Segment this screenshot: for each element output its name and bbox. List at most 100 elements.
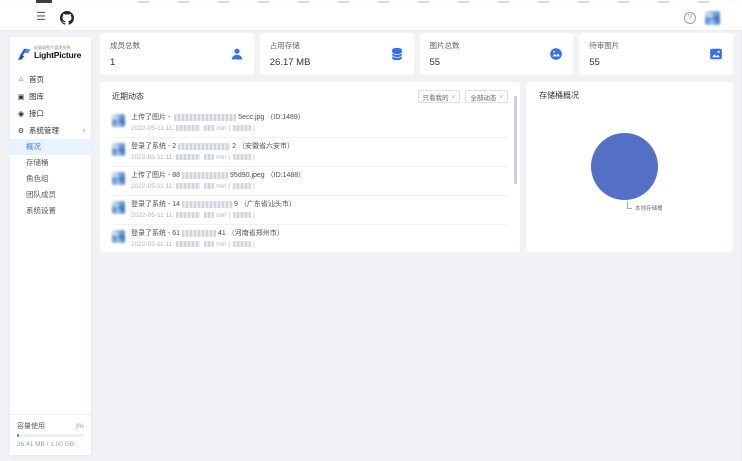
bucket-overview-panel: 存储桶概况 本地存储桶 — [527, 82, 733, 252]
gear-icon: ⚙ — [17, 127, 25, 135]
avatar — [112, 201, 125, 214]
browser-remnant-mark — [36, 0, 52, 3]
activity-title: 近期动态 — [112, 91, 144, 102]
activity-scrollbar[interactable] — [514, 96, 517, 184]
sidebar-item-gallery[interactable]: ▣ 图库 — [10, 88, 91, 105]
redacted-text — [204, 125, 214, 131]
pie-callout-line — [627, 201, 632, 209]
redacted-text — [182, 172, 228, 179]
app-logo[interactable]: 轻量级图片管理系统 LightPicture — [10, 37, 91, 68]
logo-title: LightPicture — [34, 51, 81, 60]
gallery-icon: ▣ — [17, 93, 25, 101]
github-icon[interactable] — [60, 11, 74, 25]
capacity-percent: 3% — [75, 424, 84, 430]
pie-label: 本地存储桶 — [635, 204, 663, 212]
sidebar-menu: ⌂ 首页 ▣ 图库 ◉ 接口 ⚙ 系统管理 ∧ 概况 存储桶 角色组 团队成员 … — [10, 71, 91, 219]
help-icon[interactable]: ? — [684, 12, 696, 24]
stat-label: 待审图片 — [589, 40, 723, 51]
sidebar: 轻量级图片管理系统 LightPicture ⌂ 首页 ▣ 图库 ◉ 接口 ⚙ … — [10, 37, 91, 455]
avatar — [112, 114, 125, 127]
redacted-text — [233, 212, 251, 218]
api-icon: ◉ — [17, 110, 25, 118]
stat-label: 图片总数 — [430, 40, 564, 51]
avatar — [112, 143, 125, 156]
bucket-title: 存储桶概况 — [539, 90, 721, 101]
capacity-progress-fill — [17, 434, 19, 437]
stat-value: 26.17 MB — [270, 57, 404, 68]
user-avatar[interactable] — [705, 11, 720, 25]
stat-card-total-images: 图片总数 55 — [420, 33, 574, 75]
activity-row[interactable]: 上传了图片 - 8895d90.jpeg （ID:1488） 2022-05-1… — [112, 167, 508, 196]
redacted-text — [204, 212, 214, 218]
filter-label: 只看我的 — [423, 92, 449, 102]
avatar — [112, 172, 125, 185]
browser-remnant-dashes — [138, 1, 738, 3]
filter-select-all-activity[interactable]: 全部动态 ∨ — [465, 90, 508, 103]
hamburger-menu-icon[interactable]: ☰ — [36, 10, 46, 23]
stat-label: 占用存储 — [270, 40, 404, 51]
redacted-text — [176, 241, 200, 247]
redacted-text — [233, 125, 251, 131]
stat-card-storage: 占用存储 26.17 MB — [260, 33, 414, 75]
filter-label: 全部动态 — [470, 92, 496, 102]
sidebar-subitem-team-members[interactable]: 团队成员 — [10, 187, 91, 203]
redacted-text — [204, 154, 214, 160]
capacity-title: 容量使用 — [17, 421, 45, 431]
sidebar-subitem-system-settings[interactable]: 系统设置 — [10, 203, 91, 219]
images-icon — [549, 47, 563, 61]
stat-label: 成员总数 — [110, 40, 244, 51]
redacted-text — [176, 154, 200, 160]
activity-meta: 2022-05-11 11:min () — [131, 125, 305, 132]
browser-remnant-strip — [0, 0, 742, 3]
sidebar-subitem-role-group[interactable]: 角色组 — [10, 171, 91, 187]
avatar — [112, 230, 125, 243]
sidebar-item-label: 首页 — [29, 74, 44, 85]
capacity-panel: 容量使用 3% 26.41 MB / 1.00 GB — [10, 414, 91, 455]
redacted-text — [204, 183, 214, 189]
redacted-text — [233, 183, 251, 189]
stat-value: 55 — [430, 57, 564, 68]
chevron-down-icon: ∨ — [452, 94, 456, 100]
activity-row[interactable]: 登录了系统 - 149 （广东省汕头市） 2022-05-11 11:min (… — [112, 196, 508, 225]
stat-card-members: 成员总数 1 — [100, 33, 254, 75]
sidebar-item-home[interactable]: ⌂ 首页 — [10, 71, 91, 88]
activity-text: 登录了系统 - 149 （广东省汕头市） — [131, 200, 296, 209]
activity-text: 上传了图片 - 5ecc.jpg （ID:1489） — [131, 113, 305, 122]
capacity-usage: 26.41 MB / 1.00 GB — [17, 441, 84, 448]
redacted-text — [182, 230, 216, 237]
sidebar-item-api[interactable]: ◉ 接口 — [10, 105, 91, 122]
recent-activity-panel: 近期动态 只看我的 ∨ 全部动态 ∨ 上传了图片 - 5ecc.jpg （ID:… — [100, 82, 520, 252]
sidebar-item-system[interactable]: ⚙ 系统管理 ∧ — [10, 122, 91, 139]
redacted-text — [178, 143, 230, 150]
bucket-pie-chart[interactable] — [591, 133, 658, 200]
stat-value: 1 — [110, 57, 244, 68]
activity-list: 上传了图片 - 5ecc.jpg （ID:1489） 2022-05-11 11… — [112, 109, 508, 253]
activity-row[interactable]: 登录了系统 - 6141 （河南省郑州市） 2022-05-11 11:min … — [112, 225, 508, 253]
redacted-text — [174, 114, 236, 121]
redacted-text — [176, 125, 200, 131]
activity-filters: 只看我的 ∨ 全部动态 ∨ — [418, 90, 508, 103]
filter-select-only-mine[interactable]: 只看我的 ∨ — [418, 90, 461, 103]
redacted-text — [176, 183, 200, 189]
chevron-down-icon: ∨ — [499, 94, 503, 100]
redacted-text — [233, 154, 251, 160]
topbar: ☰ ? — [0, 3, 742, 31]
activity-row[interactable]: 上传了图片 - 5ecc.jpg （ID:1489） 2022-05-11 11… — [112, 109, 508, 138]
redacted-text — [182, 201, 232, 208]
sidebar-subitem-storage-bucket[interactable]: 存储桶 — [10, 155, 91, 171]
activity-meta: 2022-05-11 11:min () — [131, 154, 294, 161]
chevron-up-icon: ∧ — [82, 128, 86, 134]
activity-meta: 2022-05-11 11:min () — [131, 241, 284, 248]
sidebar-item-label: 接口 — [29, 108, 44, 119]
stat-card-pending-images: 待审图片 55 — [579, 33, 733, 75]
activity-row[interactable]: 登录了系统 - 22 （安徽省六安市） 2022-05-11 11:min () — [112, 138, 508, 167]
logo-subtitle: 轻量级图片管理系统 — [34, 47, 76, 51]
sidebar-item-label: 系统管理 — [29, 125, 59, 136]
activity-meta: 2022-05-11 11:min () — [131, 212, 296, 219]
redacted-text — [233, 241, 251, 247]
sidebar-subitem-overview[interactable]: 概况 — [10, 139, 91, 155]
home-icon: ⌂ — [17, 76, 25, 83]
activity-text: 上传了图片 - 8895d90.jpeg （ID:1488） — [131, 171, 305, 180]
stats-row: 成员总数 1 占用存储 26.17 MB 图片总数 55 待审图片 55 — [100, 33, 733, 75]
capacity-progress-bar — [17, 434, 84, 437]
